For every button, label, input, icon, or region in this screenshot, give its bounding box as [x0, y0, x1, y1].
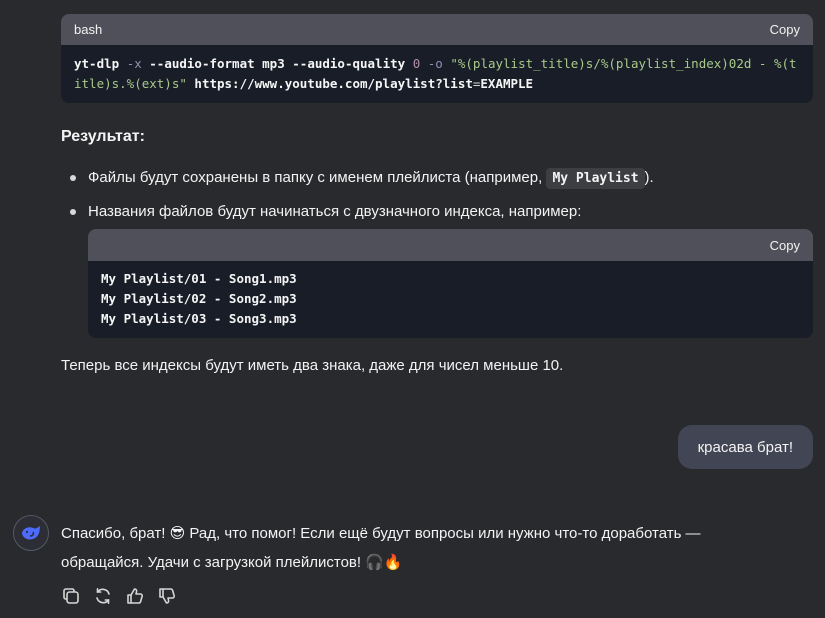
bullet-dot: [70, 175, 76, 181]
emoji-fire: 🔥: [383, 554, 403, 571]
assistant-reply-line-2: обращайся. Удачи с загрузкой плейлистов!…: [61, 548, 811, 577]
code-token: --audio-format mp3 --audio-quality: [141, 56, 413, 71]
thumbs-up-icon: [127, 588, 144, 604]
copy-code-button[interactable]: Copy: [770, 238, 800, 253]
bullet-text: Файлы будут сохранены в папку с именем п…: [88, 169, 547, 186]
emoji-headphones: 🎧: [365, 554, 384, 571]
refresh-icon: [96, 588, 110, 604]
code-language-label: bash: [74, 22, 103, 37]
code-content: yt-dlp -x --audio-format mp3 --audio-qua…: [61, 45, 813, 103]
reply-text: Спасибо, брат!: [61, 525, 170, 542]
assistant-reply: Спасибо, брат! 😎 Рад, что помог! Если ещ…: [61, 519, 811, 577]
reply-text: обращайся. Удачи с загрузкой плейлистов!: [61, 554, 366, 571]
dislike-button[interactable]: [156, 585, 178, 607]
user-message-text: красава брат!: [697, 438, 793, 456]
code-block-example: Copy My Playlist/01 - Song1.mp3 My Playli…: [88, 229, 813, 338]
code-line: My Playlist/03 - Song3.mp3: [101, 311, 297, 326]
copy-code-button[interactable]: Copy: [770, 22, 800, 37]
code-token: itle)s.%(ext)s": [74, 76, 187, 91]
code-header: Copy: [88, 229, 813, 261]
copy-icon: [63, 588, 79, 604]
regenerate-button[interactable]: [92, 585, 114, 607]
code-token: "%(playlist_title)s/%(playlist_index)02d…: [450, 56, 797, 71]
code-header: bash Copy: [61, 14, 813, 45]
bullet-item-2: Названия файлов будут начинаться с двузн…: [88, 203, 582, 220]
code-block-bash: bash Copy yt-dlp -x --audio-format mp3 -…: [61, 14, 813, 103]
reply-text: Рад, что помог! Если ещё будут вопросы и…: [185, 525, 701, 542]
emoji-cool: 😎: [169, 525, 186, 542]
whale-logo-icon: [22, 526, 40, 540]
code-token: -o: [427, 56, 443, 71]
code-token: -x: [126, 56, 142, 71]
code-line: My Playlist/01 - Song1.mp3: [101, 271, 297, 286]
bullet-text-end: ).: [644, 169, 654, 186]
like-button[interactable]: [124, 585, 146, 607]
code-token: EXAMPLE: [480, 76, 534, 91]
copy-message-button[interactable]: [60, 585, 82, 607]
code-content: My Playlist/01 - Song1.mp3 My Playlist/02…: [88, 261, 813, 337]
user-message-bubble: красава брат!: [677, 425, 813, 469]
result-heading: Результат:: [61, 128, 145, 145]
thumbs-down-icon: [159, 588, 176, 604]
inline-code-playlist: My Playlist: [546, 168, 645, 189]
bullet-dot: [70, 209, 76, 215]
code-token: yt-dlp: [74, 56, 127, 71]
bullet-item-1: Файлы будут сохранены в папку с именем п…: [88, 167, 654, 190]
code-token: https://www.youtube.com/playlist?list: [186, 76, 473, 91]
summary-text: Теперь все индексы будут иметь два знака…: [61, 357, 564, 374]
code-line: My Playlist/02 - Song2.mp3: [101, 291, 297, 306]
assistant-reply-line-1: Спасибо, брат! 😎 Рад, что помог! Если ещ…: [61, 519, 811, 548]
assistant-avatar: [13, 515, 49, 551]
